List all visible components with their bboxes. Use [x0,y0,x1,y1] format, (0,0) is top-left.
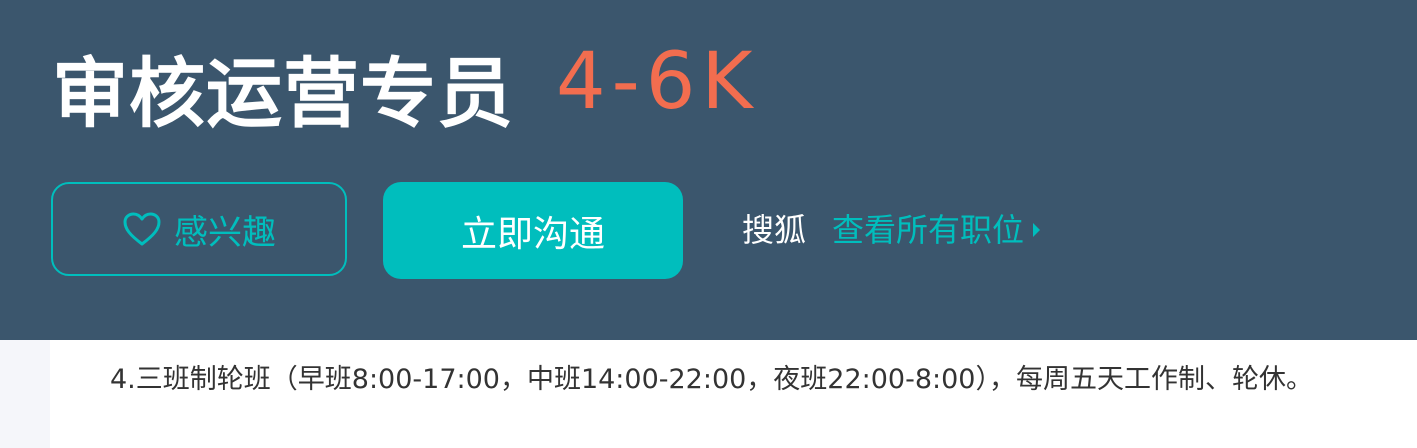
interest-button[interactable]: 感兴趣 [51,182,347,276]
salary-range: 4-6K [556,37,759,127]
chat-now-label: 立即沟通 [460,213,605,255]
view-all-jobs-link[interactable]: 查看所有职位 [832,208,1042,252]
job-description: 4.三班制轮班（早班8:00-17:00，中班14:00-22:00，夜班22:… [50,340,1417,448]
left-sidebar-strip [0,340,50,448]
chat-now-button[interactable]: 立即沟通 [383,182,683,279]
caret-right-icon [1033,223,1041,237]
description-line: 4.三班制轮班（早班8:00-17:00，中班14:00-22:00，夜班22:… [110,364,1313,395]
view-all-jobs-label: 查看所有职位 [832,211,1025,249]
job-header: 审核运营专员 4-6K 感兴趣 立即沟通 搜狐 查看所有职位 [0,0,1417,340]
job-title: 审核运营专员 [52,49,514,138]
interest-label: 感兴趣 [174,212,276,253]
heart-icon [123,212,161,246]
company-name[interactable]: 搜狐 [742,208,806,252]
